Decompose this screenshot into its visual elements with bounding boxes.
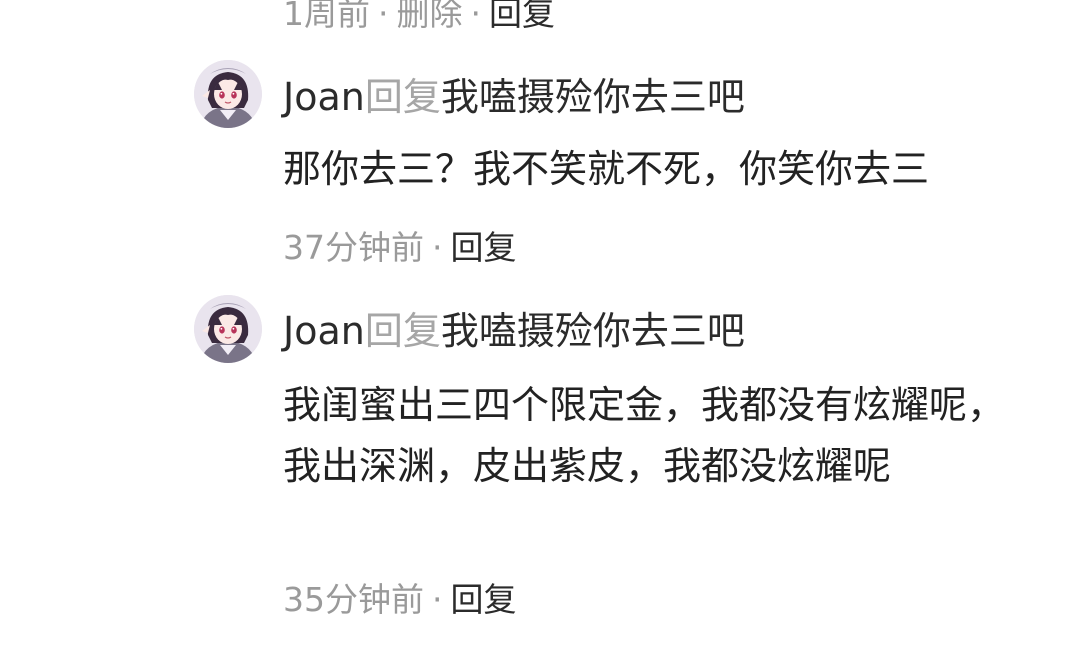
comment-meta-top: 1周前 · 删除 · 回复 [283, 0, 555, 34]
anime-girl-avatar-icon [194, 60, 262, 128]
avatar[interactable] [194, 295, 262, 363]
meta-separator: · [432, 580, 443, 619]
comment-text: 那你去三？我不笑就不死，你笑你去三 [283, 147, 930, 191]
reply-target-username[interactable]: 我嗑摄殓你去三吧 [441, 309, 745, 353]
comment-time: 35分钟前 [283, 580, 424, 619]
meta-separator: · [432, 228, 443, 267]
reply-button[interactable]: 回复 [451, 580, 517, 619]
reply-indicator: 回复 [364, 309, 441, 353]
meta-separator: · [470, 0, 482, 33]
comment-time: 1周前 [283, 0, 370, 33]
reply-indicator: 回复 [364, 75, 441, 119]
comment-time: 37分钟前 [283, 228, 424, 267]
username[interactable]: Joan [283, 309, 365, 353]
delete-button[interactable]: 删除 [397, 0, 463, 33]
comment-text: 我闺蜜出三四个限定金，我都没有炫耀呢，我出深渊，皮出紫皮，我都没炫耀呢 [283, 383, 1006, 488]
reply-button[interactable]: 回复 [489, 0, 555, 33]
avatar[interactable] [194, 60, 262, 128]
comment-meta: 37分钟前 · 回复 [283, 228, 517, 268]
comment-meta: 35分钟前 · 回复 [283, 580, 517, 620]
username[interactable]: Joan [283, 75, 365, 119]
anime-girl-avatar-icon [194, 295, 262, 363]
reply-header: Joan回复我嗑摄殓你去三吧 [283, 308, 745, 354]
reply-header: Joan回复我嗑摄殓你去三吧 [283, 74, 745, 120]
reply-button[interactable]: 回复 [451, 228, 517, 267]
reply-target-username[interactable]: 我嗑摄殓你去三吧 [441, 75, 745, 119]
meta-separator: · [378, 0, 389, 33]
